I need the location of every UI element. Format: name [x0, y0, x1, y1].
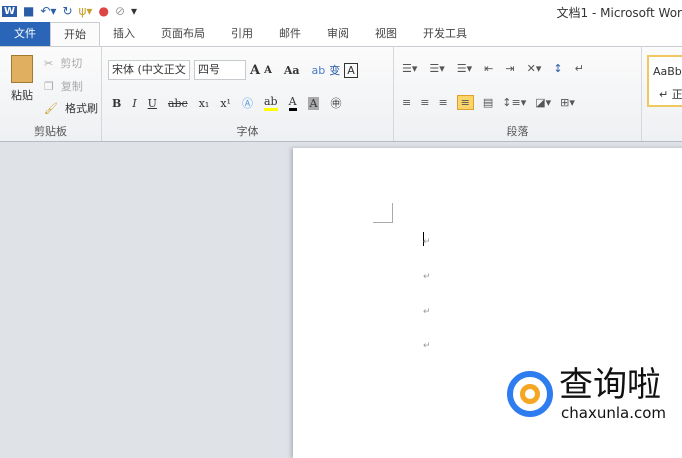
clipboard-group: 粘贴 ✂ 剪切 ❐ 复制 🖌 格式刷 剪贴板: [0, 47, 102, 141]
multilevel-list-icon[interactable]: ☰▾: [457, 62, 472, 75]
format-painter-label: 格式刷: [64, 102, 98, 115]
color-icon[interactable]: ●: [98, 4, 108, 18]
bold-button[interactable]: B: [112, 97, 121, 110]
shading-icon[interactable]: ◪▾: [535, 96, 551, 109]
show-marks-icon[interactable]: ↵: [575, 62, 584, 75]
tab-page-layout[interactable]: 页面布局: [148, 22, 218, 46]
customize-icon[interactable]: ▾: [131, 4, 137, 18]
tab-insert[interactable]: 插入: [100, 22, 148, 46]
paragraph-mark: ↵: [423, 272, 431, 282]
enclose-icon[interactable]: 变: [329, 62, 340, 78]
word-icon: W: [2, 5, 18, 17]
font-label: 字体: [236, 125, 259, 138]
paste-icon: [11, 55, 33, 83]
save-icon[interactable]: ■: [23, 4, 34, 18]
undo-icon[interactable]: ↶▾: [40, 4, 56, 18]
copy-label: 复制: [60, 80, 83, 93]
strikethrough-button[interactable]: abc: [168, 97, 188, 110]
watermark-brand: 查询啦: [559, 365, 661, 405]
enclosed-char-icon[interactable]: ㊥: [330, 95, 341, 111]
paragraph-mark: ↵: [423, 237, 431, 247]
superscript-button[interactable]: x¹: [220, 97, 231, 110]
style-normal[interactable]: AaBbC ↵ 正: [647, 55, 682, 107]
subscript-button[interactable]: x₁: [199, 97, 210, 110]
numbering-icon[interactable]: ☰▾: [429, 62, 444, 75]
tab-view[interactable]: 视图: [362, 22, 410, 46]
char-border-icon[interactable]: A: [344, 62, 358, 78]
clipboard-label: 剪贴板: [34, 125, 67, 138]
ribbon: 粘贴 ✂ 剪切 ❐ 复制 🖌 格式刷 剪贴板 宋体 (中文正文 四号 A A Aa a…: [0, 46, 682, 142]
tab-file[interactable]: 文件: [0, 22, 50, 46]
sort-icon[interactable]: ↕: [553, 62, 562, 75]
quick-access-toolbar: W ■ ↶▾ ↻ ψ▾ ● ⊘ ▾ 文档1 - Microsoft Wor: [0, 0, 682, 22]
font-color-button[interactable]: A: [288, 95, 297, 111]
format-painter-button[interactable]: 🖌 格式刷: [44, 100, 98, 116]
watermark-url: chaxunla.com: [561, 404, 666, 422]
tab-developer[interactable]: 开发工具: [410, 22, 480, 46]
decrease-indent-icon[interactable]: ⇤: [484, 62, 493, 75]
tab-mailings[interactable]: 邮件: [266, 22, 314, 46]
cut-label: 剪切: [60, 57, 83, 70]
ribbon-tabs: 文件 开始 插入 页面布局 引用 邮件 审阅 视图 开发工具: [0, 22, 682, 46]
brush-icon: 🖌: [44, 101, 58, 115]
clear-icon[interactable]: ⊘: [115, 4, 125, 18]
font-size-select[interactable]: 四号: [194, 60, 246, 80]
copy-button[interactable]: ❐ 复制: [44, 78, 83, 94]
underline-button[interactable]: U: [148, 97, 157, 110]
char-shading-icon[interactable]: A: [307, 96, 320, 110]
scissors-icon: ✂: [44, 56, 54, 70]
redo-icon[interactable]: ↻: [62, 4, 72, 18]
paragraph-mark: ↵: [423, 341, 431, 351]
tab-references[interactable]: 引用: [218, 22, 266, 46]
paragraph-label: 段落: [506, 125, 529, 138]
bullets-icon[interactable]: ☰▾: [402, 62, 417, 75]
justify-icon[interactable]: ≡: [456, 95, 474, 110]
text-effect-icon[interactable]: Ⓐ: [242, 95, 253, 111]
borders-icon[interactable]: ⊞▾: [560, 96, 575, 109]
paste-label: 粘贴: [11, 89, 33, 102]
magnifier-logo-icon: [507, 371, 553, 417]
align-left-icon[interactable]: ≡: [402, 96, 411, 109]
align-right-icon[interactable]: ≡: [438, 96, 447, 109]
phonetic-icon[interactable]: ab: [312, 64, 326, 77]
tab-home[interactable]: 开始: [50, 22, 100, 46]
italic-button[interactable]: I: [132, 97, 136, 110]
margin-corner-mark: [373, 203, 393, 223]
shrink-font-button[interactable]: A: [264, 65, 272, 76]
font-group: 宋体 (中文正文 四号 A A Aa ab 变 A B I U abc x₁ x…: [102, 47, 394, 141]
copy-icon: ❐: [44, 79, 54, 93]
style-preview: AaBbC: [653, 65, 682, 78]
watermark-logo: 查询啦 chaxunla.com: [507, 366, 666, 422]
chinese-layout-icon[interactable]: ✕▾: [527, 62, 542, 75]
tab-review[interactable]: 审阅: [314, 22, 362, 46]
style-name: ↵ 正: [659, 88, 682, 101]
window-title: 文档1 - Microsoft Wor: [556, 6, 682, 20]
font-name-select[interactable]: 宋体 (中文正文: [108, 60, 190, 80]
line-spacing-icon[interactable]: ↕≡▾: [502, 96, 526, 109]
cut-button[interactable]: ✂ 剪切: [44, 55, 82, 71]
increase-indent-icon[interactable]: ⇥: [505, 62, 514, 75]
distribute-icon[interactable]: ▤: [483, 96, 493, 109]
highlight-icon[interactable]: ab: [263, 95, 278, 111]
grow-font-button[interactable]: A: [250, 63, 260, 78]
change-case-button[interactable]: Aa: [284, 64, 300, 77]
align-center-icon[interactable]: ≡: [420, 96, 429, 109]
format-icon[interactable]: ψ▾: [79, 4, 93, 18]
paragraph-group: ☰▾ ☰▾ ☰▾ ⇤ ⇥ ✕▾ ↕ ↵ ≡ ≡ ≡ ≡ ▤ ↕≡▾ ◪▾ ⊞▾ …: [394, 47, 642, 141]
paste-button[interactable]: 粘贴: [8, 55, 36, 103]
paragraph-mark: ↵: [423, 307, 431, 317]
